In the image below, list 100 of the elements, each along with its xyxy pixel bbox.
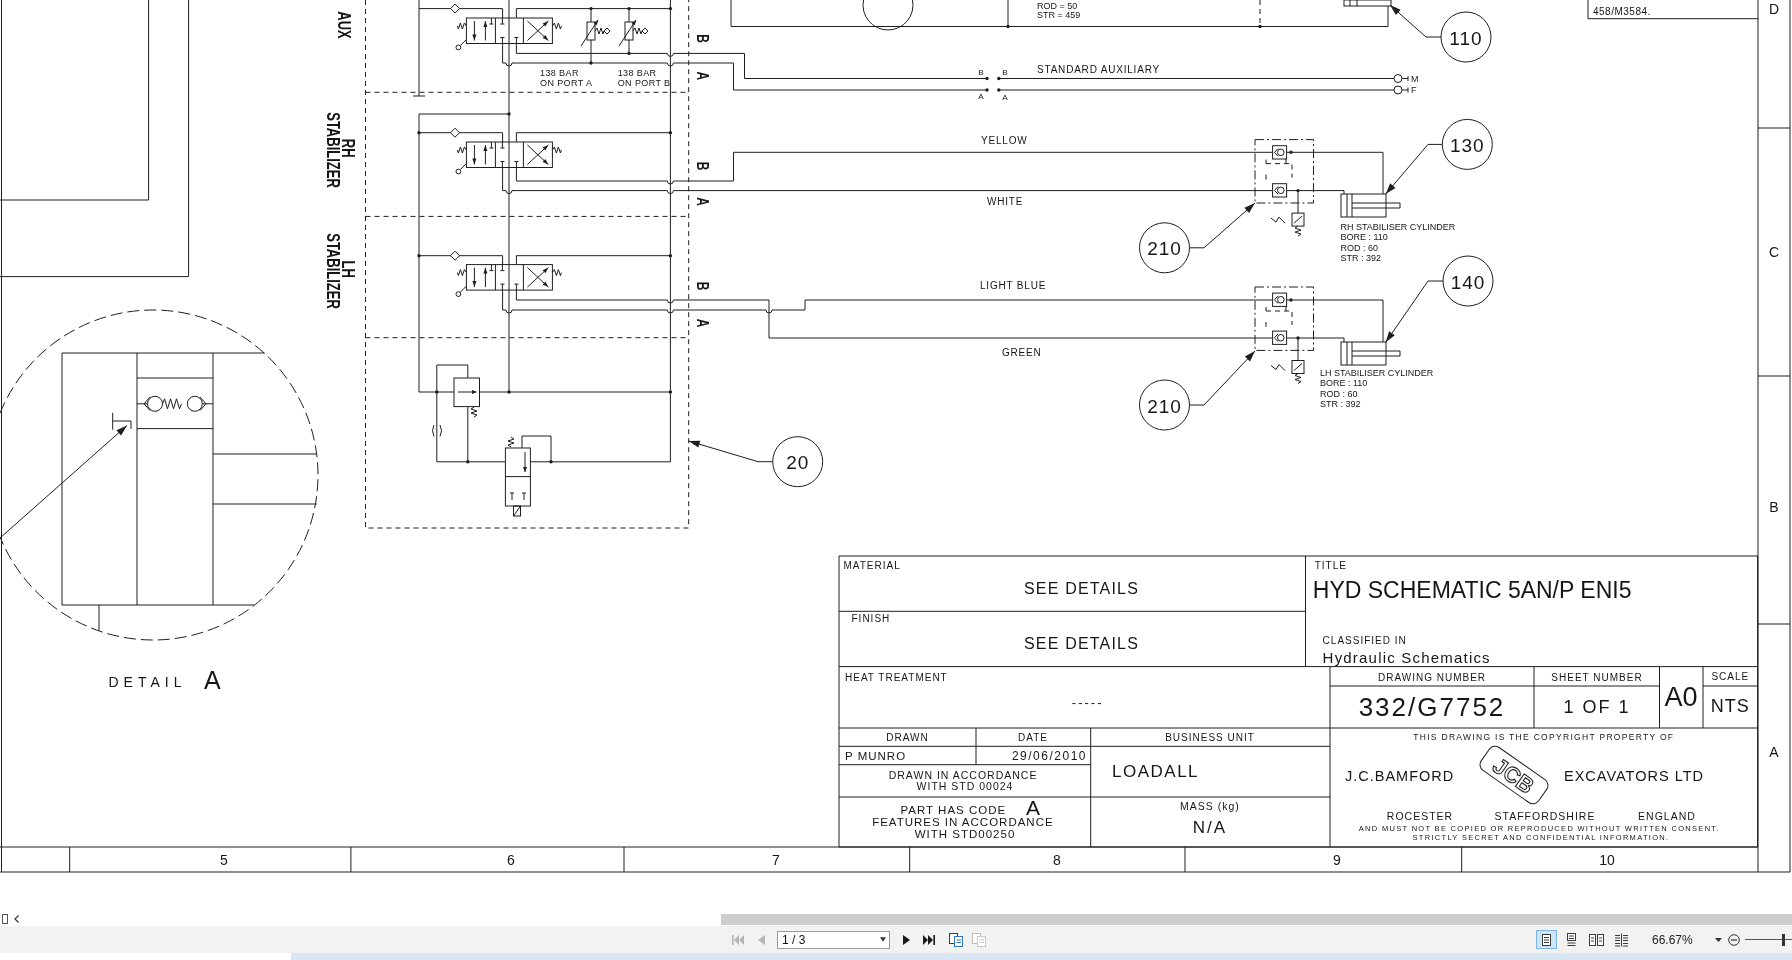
- company-name: EXCAVATORS LTD: [1564, 768, 1704, 784]
- field-label: MATERIAL: [843, 559, 901, 571]
- cylinder-spec-label: BORE : 110 ROD : 60 STR : 392: [1340, 232, 1388, 264]
- port-label: A: [693, 318, 712, 328]
- field-label: DRAWN: [886, 731, 929, 743]
- last-page-icon: [923, 933, 935, 946]
- pressure-valve-icon: [453, 377, 480, 418]
- zone-letter: B: [1769, 499, 1779, 515]
- page-layout-icon: [1588, 932, 1605, 947]
- page-layout-icon: [1613, 932, 1630, 947]
- leader-arrow: [1389, 4, 1442, 38]
- standard-note: DRAWN IN ACCORDANCE WITH STD 00024: [888, 769, 1038, 792]
- port-label: A: [1002, 92, 1008, 102]
- leader-arrow: [1189, 202, 1256, 249]
- lock-valve-icon: [1254, 139, 1314, 204]
- scroll-left-icon[interactable]: [14, 915, 19, 923]
- zone-letter: A: [1769, 744, 1779, 760]
- spool-valve-icon: [455, 264, 562, 297]
- page-number-field[interactable]: 1 / 3: [782, 932, 876, 947]
- pressure-setting-label: 138 BAR ON PORT B: [617, 68, 671, 89]
- port-label: B: [978, 67, 984, 77]
- relief-valve-icon: [618, 6, 649, 54]
- view-mode-button[interactable]: [1536, 930, 1557, 949]
- field-value: 1 OF 1: [1563, 697, 1631, 717]
- standard-note: FEATURES IN ACCORDANCE WITH STD00250: [872, 816, 1054, 840]
- relief-valve-icon: [580, 6, 611, 64]
- port-label: A: [693, 197, 712, 206]
- cylinder-icon: [1340, 341, 1401, 366]
- company-name: J.C.BAMFORD: [1345, 768, 1455, 784]
- pages-icon: [972, 932, 986, 947]
- field-value: SEE DETAILS: [1023, 634, 1140, 652]
- slider-thumb[interactable]: [1781, 933, 1785, 946]
- spool-valve-icon: [455, 141, 562, 175]
- port-label: A: [693, 71, 712, 81]
- field-value: N/A: [1192, 817, 1228, 837]
- field-value: SEE DETAILS: [1023, 580, 1140, 598]
- field-value: Hydraulic Schematics: [1322, 648, 1491, 666]
- pressure-switch-icon: [1270, 212, 1305, 237]
- panel-toggle-icon[interactable]: [2, 914, 8, 924]
- part-code: A: [1026, 796, 1040, 819]
- zone-letter: D: [1768, 1, 1780, 17]
- copyright-heading: THIS DRAWING IS THE COPYRIGHT PROPERTY OF: [1413, 732, 1675, 742]
- leader-arrow: [1385, 280, 1444, 343]
- cylinder-spec-label: ROD = 50 STR = 459: [1037, 0, 1081, 20]
- cylinder-icon: [1340, 193, 1401, 218]
- caret-icon: [1714, 937, 1722, 942]
- coupler-label: F: [1411, 85, 1417, 95]
- zone-number: 8: [1053, 851, 1061, 868]
- zoom-out-button[interactable]: [1728, 931, 1740, 948]
- zone-number: 7: [772, 851, 780, 868]
- zone-number: 5: [220, 851, 228, 868]
- zone-letter: C: [1768, 244, 1780, 260]
- caret-icon: [880, 937, 886, 942]
- pressure-setting-label: 138 BAR ON PORT A: [540, 68, 593, 89]
- zoom-out-icon: [1728, 933, 1740, 946]
- item-balloon: 140: [1442, 255, 1494, 307]
- check-valve-icon: [450, 127, 460, 138]
- field-label: MASS (kg): [1180, 800, 1240, 812]
- cylinder-icon: [1343, 0, 1392, 7]
- item-balloon: 110: [1440, 11, 1492, 63]
- zone-number: 6: [507, 851, 515, 868]
- check-valve-icon: [450, 3, 460, 14]
- section-label: LH STABILIZER: [324, 233, 359, 309]
- port-label: B: [693, 161, 712, 171]
- cylinder-title: RH STABILISER CYLINDER: [1340, 222, 1456, 232]
- check-valve-icon: [450, 250, 460, 261]
- hose-color-label: YELLOW: [981, 134, 1028, 146]
- leader-arrow: [1189, 350, 1256, 406]
- field-label: SHEET NUMBER: [1551, 671, 1643, 683]
- scrollbar-thumb[interactable]: [721, 913, 1792, 925]
- address-text: ROCESTER: [1386, 810, 1454, 822]
- field-value: NTS: [1710, 696, 1750, 716]
- page-tool-button[interactable]: [949, 931, 963, 948]
- address-text: ENGLAND: [1638, 810, 1696, 822]
- address-text: STAFFORDSHIRE: [1494, 810, 1596, 822]
- pages-icon: [949, 932, 963, 947]
- solenoid-valve-icon: [504, 436, 531, 517]
- pressure-switch-icon: [1270, 360, 1305, 384]
- port-label: B: [1002, 67, 1008, 77]
- page-selector[interactable]: 1 / 3: [777, 930, 890, 949]
- sheet-size: A0: [1664, 682, 1698, 712]
- field-label: SCALE: [1711, 670, 1750, 682]
- orifice-icon: [432, 424, 442, 437]
- field-value: P MUNRO: [845, 750, 907, 762]
- zone-number: 10: [1599, 851, 1615, 868]
- drawing-title: HYD SCHEMATIC 5AN/P ENI5: [1312, 577, 1632, 603]
- field-value: 29/06/2010: [1011, 749, 1087, 763]
- hose-color-label: WHITE: [987, 196, 1024, 208]
- zone-number: 9: [1333, 851, 1341, 868]
- coupler-icon: [1393, 85, 1409, 95]
- field-label: BUSINESS UNIT: [1165, 731, 1255, 743]
- balloon-outline: [862, 0, 914, 31]
- port-label: B: [693, 34, 712, 43]
- detail-label: DETAIL: [108, 674, 187, 690]
- field-label: TITLE: [1314, 559, 1347, 571]
- cylinder-title: LH STABILISER CYLINDER: [1320, 367, 1434, 378]
- field-value: LOADALL: [1112, 761, 1200, 781]
- coupler-icon: [1393, 74, 1409, 83]
- cylinder-spec-label: BORE : 110 ROD : 60 STR : 392: [1320, 378, 1368, 409]
- revision-note: 458/M3584.: [1593, 6, 1651, 17]
